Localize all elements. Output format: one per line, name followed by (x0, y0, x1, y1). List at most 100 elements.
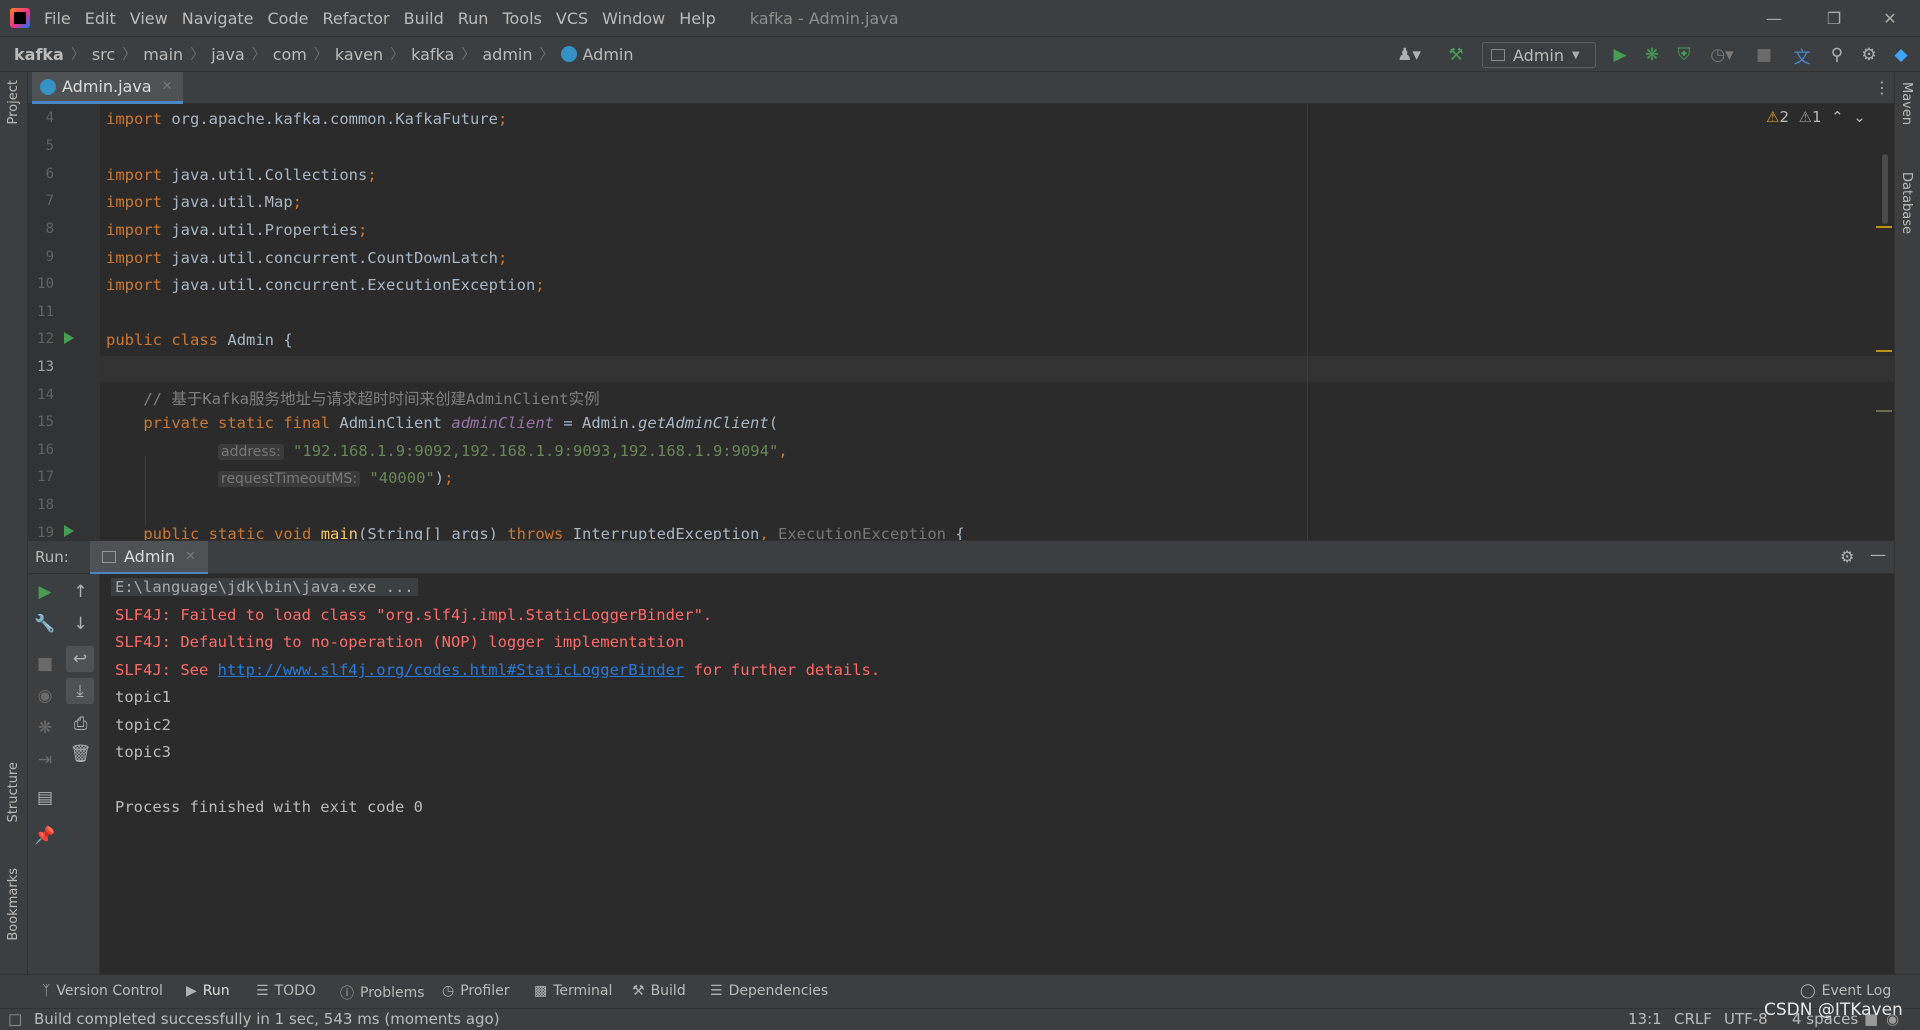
menu-vcs[interactable]: VCS (556, 9, 588, 28)
code-line-19: public static void main(String[] args) t… (143, 525, 965, 540)
structure-tool-tab[interactable]: Structure (6, 762, 21, 822)
run-class-icon[interactable] (64, 332, 74, 344)
translate-icon[interactable]: 文 (1790, 44, 1814, 68)
tab-version-control[interactable]: ᛉ Version Control (42, 983, 163, 999)
inspection-widget[interactable]: ⚠2 ⚠1 ⌃ ⌄ (1766, 108, 1866, 126)
maven-tool-tab[interactable]: Maven (1899, 82, 1914, 125)
search-icon[interactable]: ⚲ (1826, 44, 1848, 66)
more-options-icon[interactable]: ⋮ (1874, 78, 1890, 97)
hide-icon[interactable]: — (1870, 545, 1886, 564)
warning-stripe[interactable] (1876, 410, 1892, 412)
stop-icon[interactable]: ■ (28, 654, 62, 674)
code-editor[interactable]: import org.apache.kafka.common.KafkaFutu… (100, 104, 1894, 540)
run-icon: ▶ (186, 983, 197, 999)
tab-problems[interactable]: ⓘ Problems (340, 983, 425, 1003)
run-window-header: Run: Admin ✕ ⚙ — (28, 540, 1894, 575)
profile-icon[interactable]: ◷▾ (1704, 44, 1740, 66)
menu-window[interactable]: Window (602, 9, 665, 28)
camera-icon[interactable]: ◉ (28, 686, 62, 706)
tab-run[interactable]: ▶ Run (186, 983, 230, 999)
tab-profiler[interactable]: ◷ Profiler (442, 983, 510, 999)
settings-icon[interactable]: ⚙ (1840, 547, 1854, 566)
menu-tools[interactable]: Tools (502, 9, 541, 28)
tab-todo[interactable]: ☰ TODO (256, 983, 316, 999)
file-encoding[interactable]: UTF-8 (1724, 1010, 1768, 1028)
slf4j-link[interactable]: http://www.slf4j.org/codes.html#StaticLo… (218, 661, 685, 679)
menu-code[interactable]: Code (268, 9, 309, 28)
line-separator[interactable]: CRLF (1674, 1010, 1712, 1028)
menu-build[interactable]: Build (404, 9, 444, 28)
arrow-up-icon[interactable]: ↑ (62, 582, 99, 602)
warning-stripe[interactable] (1876, 226, 1892, 228)
menu-help[interactable]: Help (679, 9, 715, 28)
settings-icon[interactable]: ⚙ (1858, 44, 1880, 66)
breadcrumb-java[interactable]: java (211, 45, 245, 64)
editor-scrollbar[interactable] (1876, 104, 1894, 540)
exit-icon[interactable]: ⇥ (28, 750, 62, 770)
application-icon (1491, 49, 1505, 61)
debug-icon[interactable]: ❋ (1640, 44, 1664, 66)
soft-wrap-icon[interactable]: ↩ (66, 646, 94, 672)
print-icon[interactable]: ⎙ (62, 714, 99, 734)
bookmarks-tool-tab[interactable]: Bookmarks (6, 868, 21, 941)
scroll-thumb[interactable] (1882, 154, 1888, 224)
breadcrumb-separator: 〉 (122, 47, 137, 63)
restore-button[interactable]: ❐ (1804, 0, 1864, 36)
next-highlight-icon[interactable]: ⌄ (1853, 108, 1866, 126)
console-command-line[interactable]: E:\language\jdk\bin\java.exe ... (111, 578, 418, 596)
run-main-icon[interactable] (64, 525, 74, 537)
debug-icon[interactable]: ❋ (28, 718, 62, 738)
breadcrumb-com[interactable]: com (273, 45, 307, 64)
user-icon[interactable]: ♟▾ (1392, 44, 1426, 66)
rerun-icon[interactable]: ▶ (28, 582, 62, 602)
menu-file[interactable]: File (44, 9, 71, 28)
breadcrumb-src[interactable]: src (92, 45, 115, 64)
layout-icon[interactable]: ▤ (28, 788, 62, 808)
minimize-button[interactable]: — (1744, 0, 1804, 36)
run-icon[interactable]: ▶ (1608, 44, 1632, 66)
toggle-tool-windows-icon[interactable]: □ (8, 1010, 22, 1028)
menu-refactor[interactable]: Refactor (322, 9, 389, 28)
menu-run[interactable]: Run (458, 9, 489, 28)
status-message[interactable]: Build completed successfully in 1 sec, 5… (34, 1010, 500, 1028)
toolbox-icon[interactable]: ◆ (1890, 44, 1912, 66)
pin-icon[interactable]: 📌 (28, 826, 62, 846)
database-tool-tab[interactable]: Database (1899, 172, 1914, 234)
menu-navigate[interactable]: Navigate (182, 9, 254, 28)
tab-terminal[interactable]: ▩ Terminal (534, 983, 612, 999)
breadcrumb-kafka[interactable]: kafka (14, 45, 64, 64)
tab-dependencies[interactable]: ☰ Dependencies (710, 983, 828, 999)
breadcrumb-admin-class[interactable]: Admin (583, 45, 634, 64)
breadcrumb-main[interactable]: main (143, 45, 183, 64)
run-configuration-select[interactable]: Admin ▼ (1482, 42, 1596, 68)
right-margin-guide (1307, 104, 1308, 540)
intellij-logo-icon[interactable] (10, 8, 30, 28)
arrow-down-icon[interactable]: ↓ (62, 614, 99, 634)
close-tab-icon[interactable]: ✕ (162, 79, 173, 94)
menu-view[interactable]: View (130, 9, 168, 28)
breadcrumb-admin-pkg[interactable]: admin (482, 45, 532, 64)
breadcrumb-kafka-pkg[interactable]: kafka (411, 45, 454, 64)
warning-stripe[interactable] (1876, 350, 1892, 352)
stop-icon[interactable]: ■ (1752, 44, 1776, 66)
navigation-bar: kafka 〉 src 〉 main 〉 java 〉 com 〉 kaven 〉 kafk… (0, 36, 1920, 72)
tab-event-log[interactable]: ◯ Event Log (1800, 983, 1891, 999)
scroll-to-end-icon[interactable]: ⤓ (66, 678, 94, 704)
line-number: 17 (37, 469, 54, 485)
coverage-icon[interactable]: ⛨ (1672, 44, 1696, 66)
caret-position[interactable]: 13:1 (1628, 1010, 1662, 1028)
console-output[interactable]: E:\language\jdk\bin\java.exe ... SLF4J: … (100, 574, 1894, 974)
run-tab-admin[interactable]: Admin ✕ (90, 541, 208, 575)
project-tool-tab[interactable]: Project (6, 80, 21, 124)
wrench-icon[interactable]: 🔧 (28, 614, 62, 634)
close-window-button[interactable]: ✕ (1860, 0, 1920, 36)
menu-edit[interactable]: Edit (85, 9, 116, 28)
tab-build[interactable]: ⚒ Build (632, 983, 686, 999)
previous-highlight-icon[interactable]: ⌃ (1831, 108, 1844, 126)
close-run-tab-icon[interactable]: ✕ (185, 549, 196, 564)
breadcrumb-kaven[interactable]: kaven (335, 45, 383, 64)
hammer-icon[interactable]: ⚒ (1444, 44, 1468, 66)
trash-icon[interactable]: 🗑 (62, 744, 99, 764)
chevron-down-icon: ▼ (1572, 49, 1580, 61)
tab-admin-java[interactable]: Admin.java ✕ (32, 72, 183, 104)
